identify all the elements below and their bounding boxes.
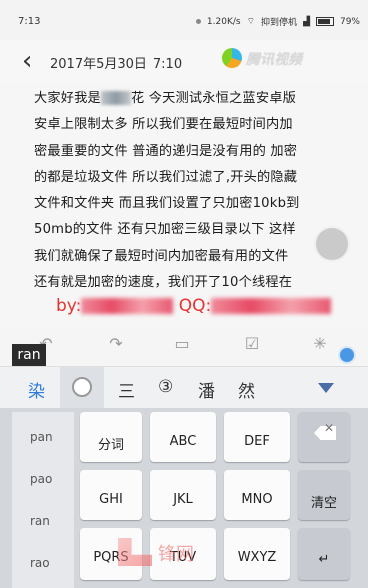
note-line: 我们就确保了最短时间内加密最有用的文件 bbox=[34, 248, 289, 264]
site-logo-icon bbox=[118, 538, 152, 566]
pinyin-option[interactable]: ran bbox=[12, 514, 74, 528]
wifi-icon: ⌔ bbox=[246, 17, 256, 27]
more-tools-icon[interactable]: ✳ bbox=[310, 334, 330, 354]
note-date: 2017年5月30日 7:10 bbox=[50, 53, 182, 72]
watermark-text: 腾讯视频 bbox=[246, 52, 302, 68]
carrier-name: 抑到停机 bbox=[261, 18, 298, 28]
key-label: JKL bbox=[173, 492, 193, 507]
note-line: 密最重要的文件 普通的递归是没有用的 加密 bbox=[34, 143, 298, 159]
signature-qq-label: QQ: bbox=[178, 296, 212, 316]
back-arrow-icon[interactable]: ‹ bbox=[22, 48, 32, 74]
composing-text: ran bbox=[12, 344, 46, 366]
key-label: MNO bbox=[241, 492, 273, 507]
backspace-x-icon: ✕ bbox=[324, 421, 335, 435]
pinyin-list: pan pao ran rao bbox=[12, 412, 74, 588]
redacted-name bbox=[100, 91, 131, 105]
key-1[interactable]: 分词 bbox=[80, 412, 142, 462]
key-label: GHI bbox=[99, 492, 123, 507]
enter-key[interactable]: ↵ bbox=[298, 528, 350, 580]
note-body[interactable]: 大家好我是花 今天测试永恒之蓝安卓版 安卓上限制太多 所以我们要在最短时间内加 … bbox=[34, 86, 358, 296]
site-watermark: 锋网 bbox=[118, 536, 268, 568]
key-4[interactable]: GHI bbox=[80, 470, 142, 520]
enter-icon: ↵ bbox=[318, 552, 330, 567]
note-line: 大家好我是 花 今天测试永恒之蓝安卓版 bbox=[34, 86, 358, 112]
key-label: 分词 bbox=[97, 438, 124, 453]
tencent-video-logo-icon bbox=[222, 48, 242, 68]
assistive-touch-icon[interactable] bbox=[338, 346, 356, 364]
status-right: 1.20K/s ⌔ 抑到停机 ▟ 79% bbox=[195, 15, 360, 28]
candidate-4[interactable]: 潘 bbox=[198, 377, 215, 402]
network-speed: 1.20K/s bbox=[206, 16, 241, 27]
key-3[interactable]: DEF bbox=[224, 412, 290, 462]
note-date-text: 2017年5月30日 bbox=[50, 57, 147, 72]
redacted-author bbox=[81, 298, 174, 314]
tencent-video-watermark: 腾讯视频 bbox=[222, 48, 344, 70]
key-6[interactable]: MNO bbox=[224, 470, 290, 520]
floating-scroll-handle[interactable] bbox=[314, 226, 350, 262]
status-time: 7:13 bbox=[18, 16, 41, 27]
signal-icon: ▟ bbox=[303, 16, 310, 27]
site-watermark-text: 锋网 bbox=[158, 544, 194, 565]
note-line: 还有就是加密的速度，我们开了10个线程在 bbox=[34, 275, 293, 291]
key-5[interactable]: JKL bbox=[150, 470, 216, 520]
author-signature: by: QQ: bbox=[56, 296, 332, 316]
candidate-bar: 染 三 ③ 潘 然 bbox=[0, 366, 368, 409]
status-bar: 7:13 1.20K/s ⌔ 抑到停机 ▟ 79% bbox=[0, 0, 368, 44]
key-label: 清空 bbox=[310, 496, 337, 511]
signature-prefix: by: bbox=[56, 296, 82, 316]
candidate-1[interactable]: 染 bbox=[28, 377, 45, 402]
key-label: ABC bbox=[169, 434, 197, 449]
key-2[interactable]: ABC bbox=[150, 412, 216, 462]
note-time-text: 7:10 bbox=[152, 57, 183, 72]
battery-percent: 79% bbox=[339, 16, 360, 27]
note-line: 50mb的文件 还有只加密三级目录以下 这样 bbox=[34, 222, 296, 238]
delete-key[interactable]: ✕ bbox=[298, 412, 350, 462]
checklist-icon[interactable]: ☑ bbox=[242, 334, 262, 354]
mic-icon bbox=[72, 377, 92, 397]
candidate-3[interactable]: ③ bbox=[158, 377, 173, 397]
voice-input-button[interactable] bbox=[60, 367, 104, 409]
pinyin-option[interactable]: pao bbox=[12, 472, 74, 486]
note-line-segment: 大家好我是 bbox=[34, 91, 101, 106]
redacted-qq bbox=[211, 298, 332, 314]
note-line-segment: 花 今天测试永恒之蓝安卓版 bbox=[130, 91, 296, 106]
edit-toolbar: ↶ ↷ ▭ ☑ ✳ bbox=[0, 328, 368, 364]
battery-icon bbox=[315, 17, 334, 26]
expand-candidates-icon[interactable] bbox=[318, 383, 334, 393]
key-label: DEF bbox=[244, 434, 270, 449]
candidate-5[interactable]: 然 bbox=[238, 377, 255, 402]
pinyin-option[interactable]: pan bbox=[12, 430, 74, 444]
note-line: 文件和文件夹 而且我们设置了只加密10kb到 bbox=[34, 196, 300, 212]
note-line: 的都是垃圾文件 所以我们过滤了,开头的隐藏 bbox=[34, 169, 298, 185]
pinyin-option[interactable]: rao bbox=[12, 556, 74, 570]
image-icon[interactable]: ▭ bbox=[172, 334, 192, 354]
redo-icon[interactable]: ↷ bbox=[106, 334, 126, 354]
candidate-2[interactable]: 三 bbox=[118, 377, 135, 402]
clear-key[interactable]: 清空 bbox=[298, 470, 350, 520]
notification-dot-icon bbox=[195, 19, 201, 24]
note-line: 安卓上限制太多 所以我们要在最短时间内加 bbox=[34, 117, 293, 133]
note-header: ‹ 2017年5月30日 7:10 腾讯视频 bbox=[0, 40, 368, 84]
